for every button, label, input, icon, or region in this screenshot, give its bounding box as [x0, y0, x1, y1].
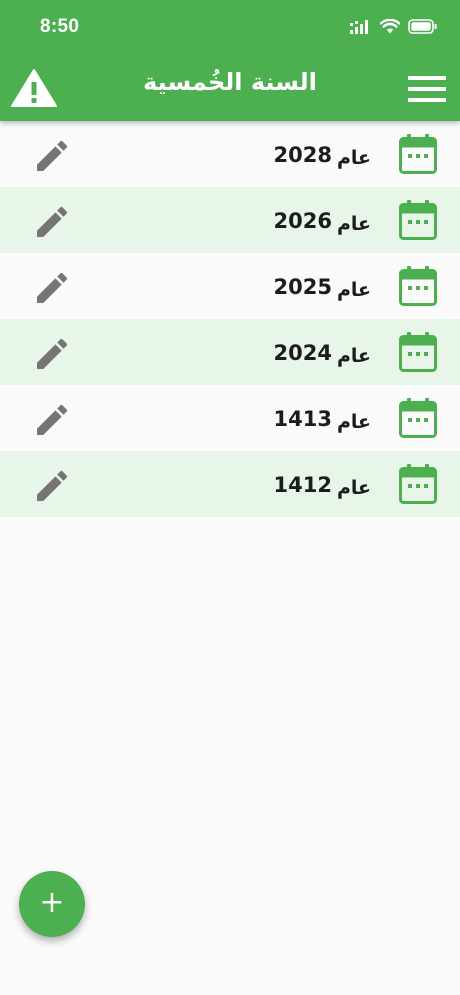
- row-label: 2025 عام: [274, 272, 372, 302]
- list-item[interactable]: 1413 عام: [0, 385, 460, 451]
- year-prefix: عام: [336, 279, 371, 301]
- calendar-icon: [399, 134, 437, 174]
- edit-button[interactable]: [31, 400, 73, 440]
- list-item[interactable]: 2026 عام: [0, 187, 460, 253]
- year-list: 2028 عام 2026 عام 2025 عام 2024 عام 1413…: [0, 121, 460, 517]
- list-item[interactable]: 2025 عام: [0, 253, 460, 319]
- calendar-icon: [399, 266, 437, 306]
- year-prefix: عام: [336, 345, 371, 367]
- pencil-icon: [37, 140, 68, 171]
- add-button[interactable]: +: [19, 871, 85, 937]
- row-label: 1412 عام: [274, 470, 372, 500]
- list-item[interactable]: 2024 عام: [0, 319, 460, 385]
- status-icons: [350, 19, 438, 34]
- row-label: 2024 عام: [274, 338, 372, 368]
- year-value: 1413: [273, 407, 332, 431]
- year-value: 2028: [273, 143, 332, 167]
- year-value: 2025: [273, 275, 332, 299]
- edit-button[interactable]: [31, 334, 73, 374]
- edit-button[interactable]: [31, 466, 73, 506]
- status-time: 8:50: [40, 16, 80, 37]
- year-prefix: عام: [336, 147, 371, 169]
- row-label: 1413 عام: [274, 404, 372, 434]
- edit-button[interactable]: [31, 202, 73, 242]
- calendar-icon: [399, 464, 437, 504]
- app-bar: 8:50 السنة الخُمسية: [0, 0, 460, 121]
- year-value: 1412: [273, 473, 332, 497]
- year-prefix: عام: [336, 477, 371, 499]
- calendar-icon: [399, 332, 437, 372]
- list-item[interactable]: 2028 عام: [0, 121, 460, 187]
- year-prefix: عام: [336, 213, 371, 235]
- pencil-icon: [37, 206, 68, 237]
- wifi-icon: [380, 19, 400, 34]
- year-value: 2024: [273, 341, 332, 365]
- menu-button[interactable]: [408, 76, 446, 102]
- row-label: 2028 عام: [274, 140, 372, 170]
- signal-icon: [350, 19, 368, 34]
- pencil-icon: [37, 404, 68, 435]
- year-prefix: عام: [336, 411, 371, 433]
- battery-icon: [408, 19, 437, 34]
- row-label: 2026 عام: [274, 206, 372, 236]
- year-value: 2026: [273, 209, 332, 233]
- menu-icon: [408, 76, 446, 102]
- pencil-icon: [37, 470, 68, 501]
- list-item[interactable]: 1412 عام: [0, 451, 460, 517]
- calendar-icon: [399, 200, 437, 240]
- pencil-icon: [37, 338, 68, 369]
- page-title: السنة الخُمسية: [143, 68, 317, 96]
- edit-button[interactable]: [31, 136, 73, 176]
- calendar-icon: [399, 398, 437, 438]
- pencil-icon: [37, 272, 68, 303]
- edit-button[interactable]: [31, 268, 73, 308]
